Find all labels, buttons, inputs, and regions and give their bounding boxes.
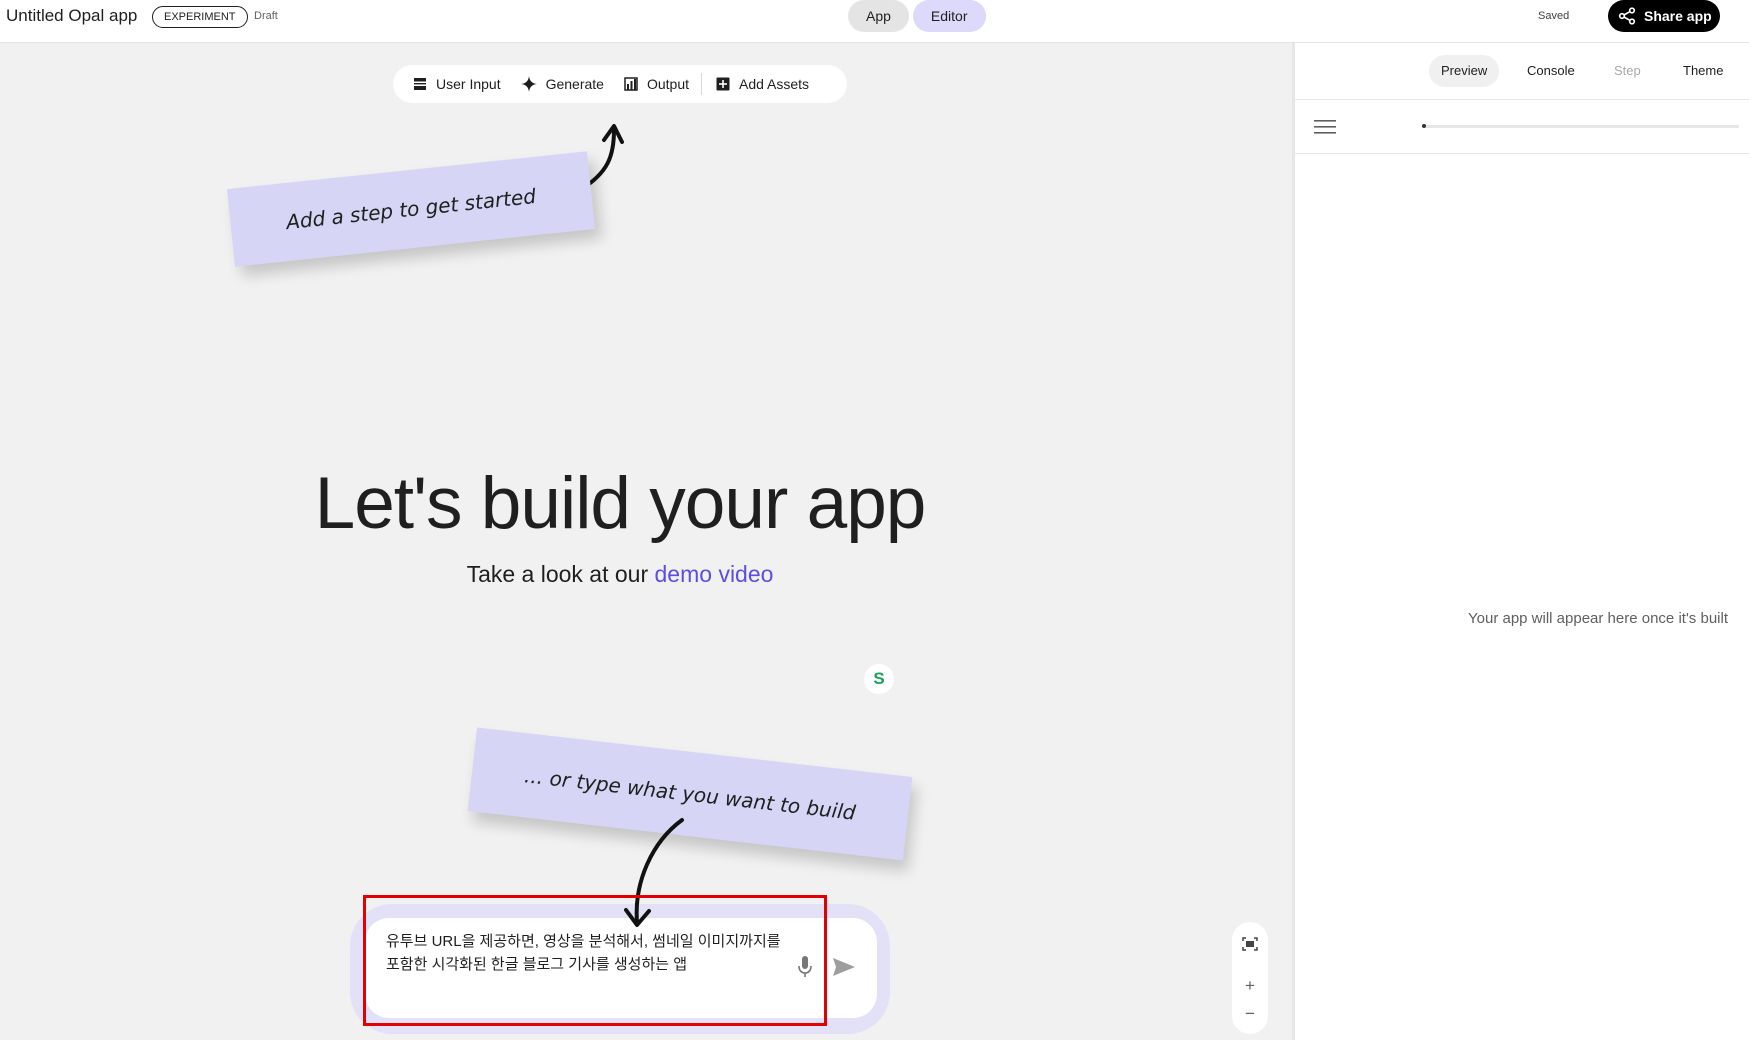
highlight-box: [363, 895, 827, 1026]
top-bar: Untitled Opal app EXPERIMENT Draft App E…: [0, 0, 1749, 43]
send-icon[interactable]: [832, 957, 856, 982]
tool-user-input[interactable]: User Input: [413, 76, 501, 92]
share-icon: [1618, 7, 1636, 25]
user-input-icon: [414, 78, 426, 90]
toolbar-divider: [701, 73, 702, 95]
progress-bar: [1422, 124, 1739, 128]
tab-preview[interactable]: Preview: [1429, 55, 1500, 87]
hero-subtitle: Take a look at our demo video: [0, 561, 1240, 588]
step-toolbar: User Input Generate Output Add Assets: [393, 65, 847, 103]
add-box-icon: [716, 77, 730, 91]
sparkle-icon: [520, 76, 537, 92]
step-hint-text: Add a step to get started: [284, 183, 538, 235]
output-icon: [624, 77, 638, 91]
preview-panel: Preview Console Step Theme Your app will…: [1292, 43, 1749, 1040]
panel-tabs: Preview Console Step Theme: [1295, 55, 1749, 89]
tool-output[interactable]: Output: [624, 76, 689, 92]
editor-mode-button[interactable]: Editor: [912, 0, 986, 32]
mode-toggle: App Editor: [848, 0, 986, 32]
progress-indicator: [1422, 124, 1426, 128]
app-title[interactable]: Untitled Opal app: [6, 6, 137, 26]
tool-label: User Input: [436, 76, 501, 92]
tab-console[interactable]: Console: [1515, 55, 1587, 87]
share-app-button[interactable]: Share app: [1608, 0, 1720, 32]
tool-generate[interactable]: Generate: [520, 76, 604, 92]
zoom-in-button[interactable]: +: [1232, 976, 1268, 996]
tab-theme[interactable]: Theme: [1671, 55, 1735, 87]
share-app-label: Share app: [1644, 8, 1712, 24]
tool-label: Add Assets: [739, 76, 810, 92]
fit-icon: [1242, 937, 1258, 951]
draft-status: Draft: [254, 10, 278, 22]
tool-add-assets[interactable]: Add Assets: [716, 76, 809, 92]
experiment-badge: EXPERIMENT: [152, 6, 248, 28]
zoom-controls: + −: [1232, 922, 1268, 1034]
tab-step: Step: [1614, 63, 1641, 78]
extension-s-icon[interactable]: S: [864, 664, 894, 694]
menu-icon[interactable]: [1314, 119, 1336, 140]
empty-preview-message: Your app will appear here once it's buil…: [1468, 610, 1728, 627]
sticky-note-step-hint: Add a step to get started: [226, 151, 596, 267]
panel-divider: [1295, 99, 1749, 100]
app-mode-button[interactable]: App: [848, 0, 909, 32]
saved-status: Saved: [1538, 10, 1570, 22]
fit-view-button[interactable]: [1232, 936, 1268, 956]
hero-subtitle-text: Take a look at our: [466, 561, 655, 587]
panel-divider: [1295, 153, 1749, 154]
zoom-out-button[interactable]: −: [1232, 1004, 1268, 1024]
demo-video-link[interactable]: demo video: [655, 561, 774, 587]
tool-label: Generate: [545, 76, 604, 92]
tool-label: Output: [646, 76, 689, 92]
hero-title: Let's build your app: [314, 463, 927, 544]
